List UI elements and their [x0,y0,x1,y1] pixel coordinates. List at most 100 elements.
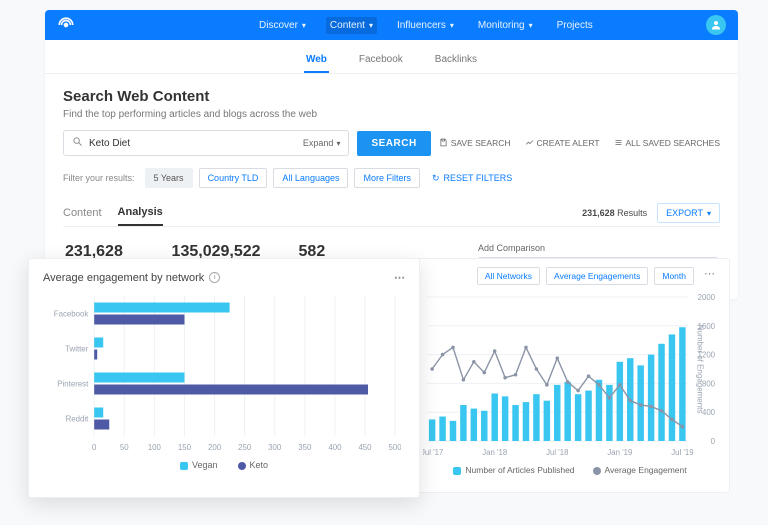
network-legend: Vegan Keto [43,460,405,470]
network-card: Average engagement by network i ⋯ 0 50 100… [28,258,420,498]
nav-item-projects[interactable]: Projects [553,17,597,34]
network-chart: 050100150200250300350400450500FacebookTw… [47,292,401,454]
svg-text:Jan '18: Jan '18 [482,448,508,457]
filter-pill[interactable]: All Languages [273,168,348,188]
chart-icon [525,138,534,149]
user-avatar[interactable] [706,15,726,35]
search-input[interactable] [89,138,303,149]
svg-text:50: 50 [120,443,129,452]
nav-item-influencers[interactable]: Influencers ▾ [393,17,458,34]
legend-item: Keto [238,460,269,470]
filter-pill[interactable]: 5 Years [145,168,193,188]
search-row: Expand ▾ SEARCH SAVE SEARCH CREATE ALERT… [63,130,720,156]
nav-label: Projects [557,20,593,31]
filter-pill[interactable]: Country TLD [199,168,268,188]
save-search-label: SAVE SEARCH [451,138,511,148]
page-subtitle: Find the top performing articles and blo… [63,109,720,120]
chevron-down-icon: ▾ [369,21,373,30]
svg-text:350: 350 [298,443,312,452]
timeseries-card: All Networks Average Engagements Month ⋯ 0… [410,258,730,493]
svg-text:Number of Engagements: Number of Engagements [695,325,704,414]
svg-text:500: 500 [389,443,401,452]
filters-row: Filter your results: 5 Years Country TLDA… [63,168,720,188]
svg-text:Facebook: Facebook [54,309,89,318]
tab-analysis[interactable]: Analysis [118,200,163,226]
save-search-button[interactable]: SAVE SEARCH [439,138,511,149]
legend-item: Vegan [180,460,218,470]
nav-label: Monitoring [478,20,525,31]
subtab-backlinks[interactable]: Backlinks [433,48,479,73]
search-input-wrap[interactable]: Expand ▾ [63,130,349,156]
create-alert-label: CREATE ALERT [537,138,600,148]
svg-text:Jan '19: Jan '19 [607,448,633,457]
all-saved-button[interactable]: ALL SAVED SEARCHES [614,138,720,149]
ts-filter-pill[interactable]: Month [654,267,694,285]
timeseries-filters: All Networks Average Engagements Month ⋯ [421,267,719,285]
subtab-web[interactable]: Web [304,48,329,73]
top-nav: Discover ▾ Content ▾ Influencers ▾ Monitoring ▾… [255,17,597,34]
chevron-down-icon: ▾ [302,21,306,30]
export-button[interactable]: EXPORT ▾ [657,203,720,223]
search-button[interactable]: SEARCH [357,131,430,156]
svg-text:400: 400 [328,443,342,452]
topbar: Discover ▾ Content ▾ Influencers ▾ Monitoring ▾… [45,10,738,40]
svg-text:Jul '19: Jul '19 [671,448,694,457]
save-icon [439,138,448,149]
create-alert-button[interactable]: CREATE ALERT [525,138,600,149]
app-shell: Discover ▾ Content ▾ Influencers ▾ Monitoring ▾… [45,10,738,299]
chevron-down-icon: ▾ [336,139,340,148]
search-icon [72,136,83,150]
nav-item-monitoring[interactable]: Monitoring ▾ [474,17,537,34]
content-type-tabs: Web Facebook Backlinks [45,40,738,74]
svg-text:Jul '18: Jul '18 [546,448,569,457]
view-tabs: Content Analysis 231,628 Results EXPORT … [63,200,720,227]
svg-text:2000: 2000 [698,293,716,302]
legend-item: Number of Articles Published [453,465,574,475]
svg-text:450: 450 [358,443,372,452]
filter-pill[interactable]: More Filters [354,168,420,188]
chevron-down-icon: ▾ [529,21,533,30]
more-icon[interactable]: ⋯ [394,271,405,284]
legend-item: Average Engagement [593,465,687,475]
expand-toggle[interactable]: Expand ▾ [303,138,341,148]
info-icon[interactable]: i [209,272,220,283]
nav-label: Influencers [397,20,446,31]
chevron-down-icon: ▾ [450,21,454,30]
svg-text:150: 150 [178,443,192,452]
results-count: 231,628 Results [582,208,647,218]
export-label: EXPORT [666,208,703,218]
filters-label: Filter your results: [63,173,135,183]
subtab-facebook[interactable]: Facebook [357,48,405,73]
svg-text:100: 100 [148,443,162,452]
search-actions: SAVE SEARCH CREATE ALERT ALL SAVED SEARC… [439,138,720,149]
nav-label: Discover [259,20,298,31]
reset-filters-label: RESET FILTERS [444,173,513,183]
svg-text:0: 0 [92,443,97,452]
nav-label: Content [330,20,365,31]
chevron-down-icon: ▾ [707,209,711,218]
brand-logo-icon [57,16,75,34]
list-icon [614,138,623,149]
svg-text:200: 200 [208,443,222,452]
more-icon[interactable]: ⋯ [700,267,719,285]
reset-filters-button[interactable]: ↻ RESET FILTERS [432,173,512,184]
refresh-icon: ↻ [432,173,440,184]
svg-text:Pinterest: Pinterest [57,379,89,388]
compare-label: Add Comparison [478,243,718,253]
ts-filter-pill[interactable]: All Networks [477,267,540,285]
page-title: Search Web Content [63,88,720,105]
nav-item-discover[interactable]: Discover ▾ [255,17,310,34]
svg-text:Jul '17: Jul '17 [423,448,443,457]
tab-content[interactable]: Content [63,201,102,225]
svg-text:Reddit: Reddit [66,414,89,423]
ts-filter-pill[interactable]: Average Engagements [546,267,648,285]
svg-text:Twitter: Twitter [65,344,88,353]
nav-item-content[interactable]: Content ▾ [326,17,377,34]
svg-text:0: 0 [711,437,716,446]
all-saved-label: ALL SAVED SEARCHES [626,138,720,148]
timeseries-legend: Number of Articles Published Average Eng… [421,465,719,475]
svg-text:250: 250 [238,443,252,452]
expand-label: Expand [303,138,334,148]
timeseries-chart: 0400800120016002000Number of Engagements… [423,291,717,459]
network-card-title: Average engagement by network i [43,272,220,284]
